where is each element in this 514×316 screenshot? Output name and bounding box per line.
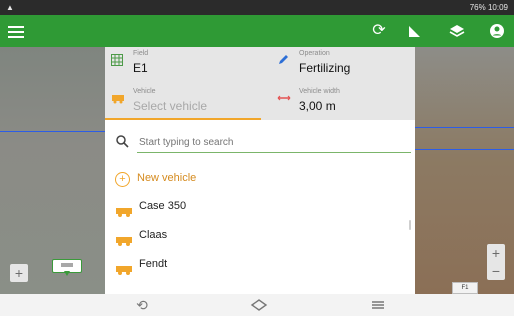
field-label: Field: [133, 50, 149, 57]
vehicle-name: Case 350: [139, 200, 187, 212]
operation-label: Operation: [299, 50, 330, 57]
vehicle-icon: [111, 91, 124, 104]
marker-tip: [64, 271, 70, 276]
field-value: E1: [133, 61, 148, 75]
list-item[interactable]: Claas: [115, 229, 375, 251]
vehicle-icon: [115, 204, 133, 217]
grid-icon: [111, 53, 123, 66]
vehicle-selector-sheet: + New vehicle Case 350 Claas Fendt: [105, 120, 415, 294]
vehicle-width-label: Vehicle width: [299, 88, 340, 95]
field-boundary-line: [415, 127, 514, 128]
vehicle-label: Vehicle: [133, 88, 156, 95]
vehicle-icon: [115, 233, 133, 246]
search-input[interactable]: [137, 132, 411, 153]
home-icon[interactable]: [250, 298, 268, 312]
search-row: [115, 132, 411, 153]
field-boundary-line: [415, 149, 514, 150]
new-vehicle-button[interactable]: + New vehicle: [115, 172, 315, 190]
map-chip: F1: [452, 282, 478, 294]
list-item[interactable]: Case 350: [115, 200, 375, 222]
operation-cell[interactable]: Operation Fertilizing: [271, 47, 421, 81]
vehicle-name: Claas: [139, 229, 168, 241]
sync-icon[interactable]: ⟳: [370, 22, 388, 40]
operation-header: Field E1 Operation Fertilizing Vehicle S…: [105, 47, 415, 120]
zoom-out-button[interactable]: −: [487, 262, 505, 280]
status-right-text: 76% 10:09: [469, 3, 508, 12]
vehicle-width-value: 3,00 m: [299, 99, 336, 113]
menu-icon[interactable]: [8, 23, 24, 39]
recents-icon[interactable]: [369, 298, 387, 312]
new-vehicle-label: New vehicle: [137, 172, 197, 184]
android-icon: ▲: [6, 3, 14, 12]
zoom-controls: + −: [487, 244, 505, 280]
vehicle-name: Fendt: [139, 258, 168, 270]
vehicle-placeholder: Select vehicle: [133, 99, 208, 113]
scrollbar[interactable]: [409, 220, 411, 230]
search-icon: [115, 134, 129, 148]
vehicle-marker: [52, 259, 82, 276]
ruler-icon[interactable]: [406, 22, 424, 40]
zoom-in-button[interactable]: +: [487, 244, 505, 262]
width-icon: [277, 91, 291, 103]
map-add-button[interactable]: +: [10, 264, 28, 282]
vehicle-width-cell[interactable]: Vehicle width 3,00 m: [271, 85, 421, 119]
vehicle-cell[interactable]: Vehicle Select vehicle: [105, 85, 261, 120]
field-boundary-line: [0, 131, 110, 132]
pen-icon: [277, 53, 289, 65]
account-icon[interactable]: [488, 22, 506, 40]
list-item[interactable]: Fendt: [115, 258, 375, 280]
layers-icon[interactable]: [448, 22, 466, 40]
back-icon[interactable]: ⟲: [133, 298, 151, 312]
operation-value: Fertilizing: [299, 61, 351, 75]
add-circle-icon: +: [115, 172, 130, 187]
marker-inner: [61, 263, 73, 267]
vehicle-icon: [115, 262, 133, 275]
field-cell[interactable]: Field E1: [105, 47, 255, 81]
android-nav-bar: ⟲: [0, 294, 514, 316]
top-app-bar: ⟳: [0, 15, 514, 47]
status-bar: ▲ 76% 10:09: [0, 0, 514, 15]
map-left-field: [0, 47, 110, 294]
